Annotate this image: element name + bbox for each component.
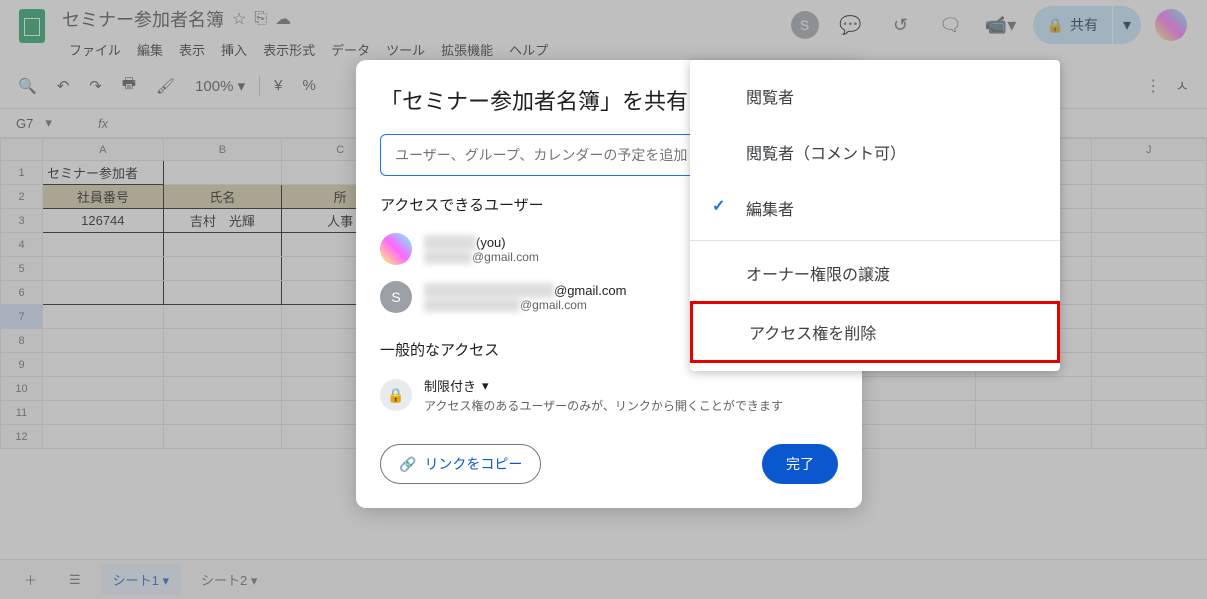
user-avatar: S — [380, 281, 412, 313]
copy-link-button[interactable]: 🔗 リンクをコピー — [380, 444, 541, 484]
access-row: 🔒 制限付き ▾ アクセス権のあるユーザーのみが、リンクから開くことができます — [380, 370, 838, 420]
separator — [690, 240, 1060, 241]
lock-icon: 🔒 — [380, 379, 412, 411]
role-commenter[interactable]: 閲覧者（コメント可） — [690, 124, 1060, 180]
user-avatar — [380, 233, 412, 265]
done-button[interactable]: 完了 — [762, 444, 838, 484]
transfer-ownership[interactable]: オーナー権限の譲渡 — [690, 245, 1060, 301]
role-dropdown: 閲覧者 閲覧者（コメント可） 編集者 オーナー権限の譲渡 アクセス権を削除 — [690, 60, 1060, 371]
restricted-select[interactable]: 制限付き ▾ — [424, 376, 783, 395]
role-editor[interactable]: 編集者 — [690, 180, 1060, 236]
remove-access[interactable]: アクセス権を削除 — [690, 301, 1060, 363]
role-viewer[interactable]: 閲覧者 — [690, 68, 1060, 124]
restricted-description: アクセス権のあるユーザーのみが、リンクから開くことができます — [424, 397, 783, 414]
